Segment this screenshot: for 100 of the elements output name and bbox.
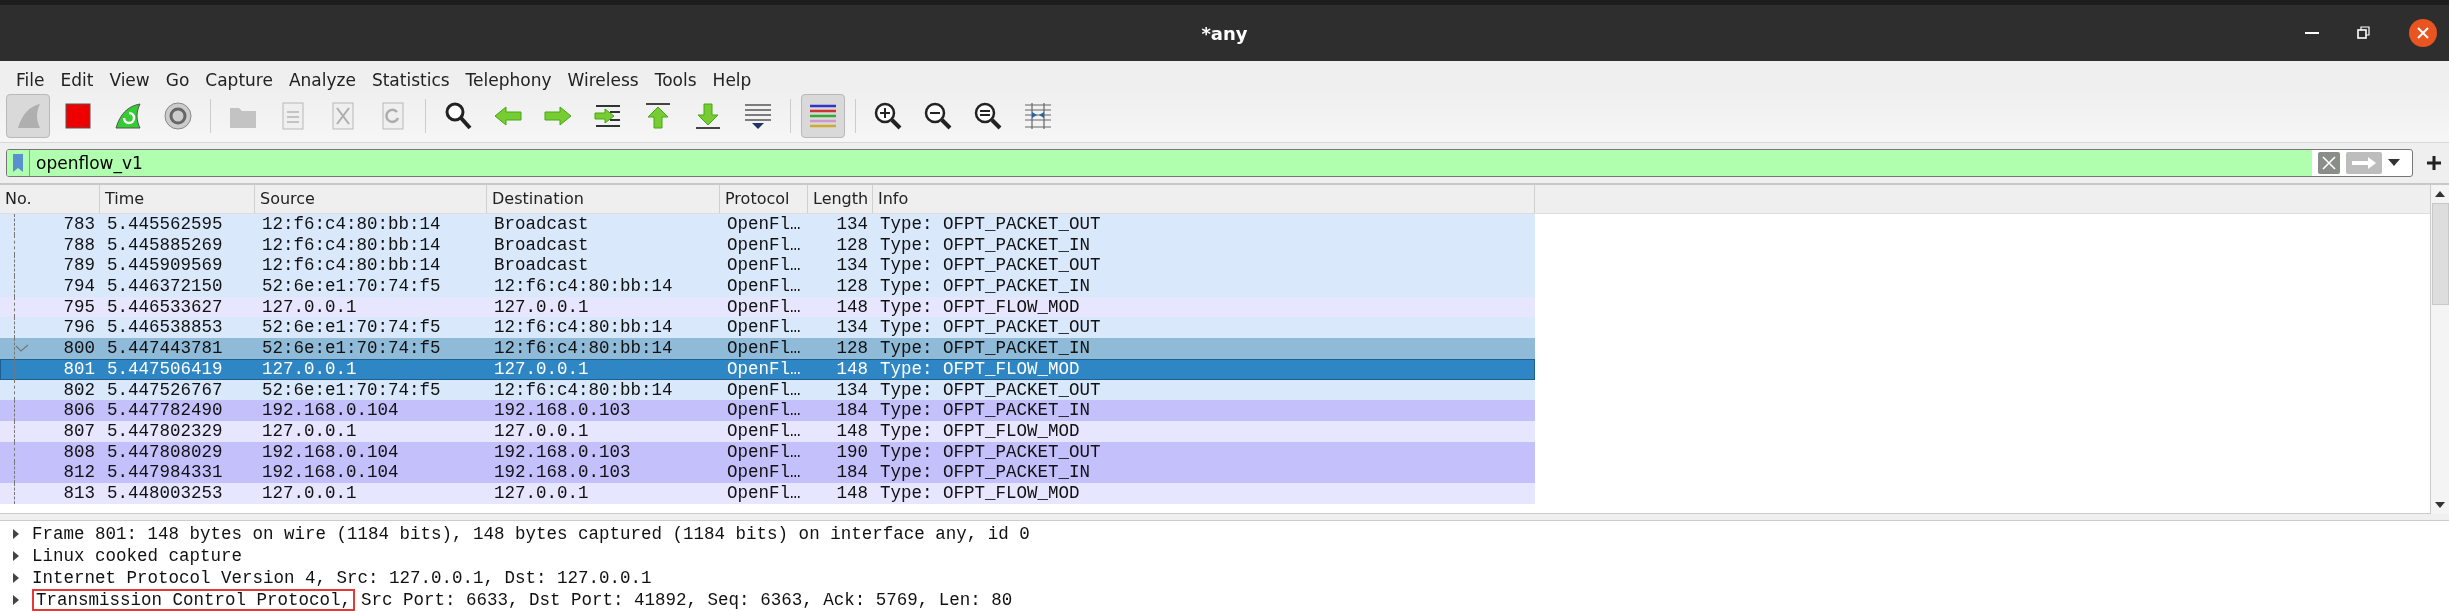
column-header[interactable]: Destination [487, 185, 720, 213]
column-header[interactable]: Info [873, 185, 1535, 213]
table-cell-text: 148 [835, 420, 869, 442]
scroll-up-icon[interactable] [2435, 191, 2445, 197]
table-cell-text: 783 [62, 214, 96, 235]
packet-row[interactable]: 807 5.447802329 127.0.0.1 127.0.0.1 OpenFl… 148 Type: OFPT_FLOW_MOD [0, 420, 1535, 442]
table-cell-text: 795 [62, 296, 96, 318]
table-cell-text: 184 [835, 400, 869, 421]
tree-item[interactable]: Src Port: 6633, Dst Port: 41892, Seq: 6363, Ack: 5769, Len: 80 [361, 590, 1013, 610]
tree-item[interactable]: Internet Protocol Version 4, Src: 127.0.0.1, Dst: 127.0.0.1 [32, 568, 652, 588]
expand-arrow-icon[interactable] [12, 529, 20, 539]
table-cell-text: 5.445909569 [106, 255, 224, 277]
table-cell-text: OpenFl… [726, 276, 802, 297]
table-cell-text: 192.168.0.104 [261, 462, 400, 483]
table-cell-text: 127.0.0.1 [261, 482, 358, 504]
table-cell-text: 52:6e:e1:70:74:f5 [261, 317, 442, 339]
table-cell-text: Type: OFPT_PACKET_OUT [879, 255, 1102, 277]
table-cell-text: 127.0.0.1 [493, 420, 590, 442]
table-cell-text: Type: OFPT_FLOW_MOD [879, 358, 1081, 380]
zoom-out-icon [922, 100, 954, 132]
display-filter-field[interactable]: openflow_v1 [6, 149, 2413, 177]
dropdown-caret-icon[interactable] [2388, 159, 2400, 167]
packet-row[interactable]: 802 5.447526767 52:6e:e1:70:74:f5 12:f6:c4:80:bb:14 OpenFl… 134 Type: OFPT_PACKET_OUT [0, 379, 1535, 401]
table-cell-text: OpenFl… [726, 214, 802, 235]
expand-arrow-icon[interactable] [12, 573, 20, 583]
packet-row[interactable]: 783 5.445562595 12:f6:c4:80:bb:14 Broadcast OpenFl… 134 Type: OFPT_PACKET_OUT [0, 214, 1535, 235]
table-cell-text: 148 [835, 482, 869, 504]
table-cell-text: 796 [62, 317, 96, 339]
table-cell-text: 5.447802329 [106, 420, 224, 442]
table-cell-text: OpenFl… [726, 441, 802, 463]
scrollbar[interactable] [2430, 185, 2449, 514]
table-cell-text: 12:f6:c4:80:bb:14 [261, 234, 442, 256]
packet-row[interactable]: 800 5.447443781 52:6e:e1:70:74:f5 12:f6:c4:80:bb:14 OpenFl… 128 Type: OFPT_PACKET_IN [0, 338, 1535, 359]
column-header[interactable]: Length [808, 185, 873, 213]
table-cell-text: 5.446538853 [106, 317, 224, 339]
packet-row[interactable]: 796 5.446538853 52:6e:e1:70:74:f5 12:f6:c4:80:bb:14 OpenFl… 134 Type: OFPT_PACKET_OUT [0, 317, 1535, 339]
table-cell-text: OpenFl… [726, 255, 802, 277]
expand-arrow-icon[interactable] [12, 595, 20, 605]
table-cell-text: 134 [835, 214, 869, 235]
column-header[interactable]: Protocol [720, 185, 808, 213]
clear-icon[interactable] [2318, 152, 2340, 174]
tree-item[interactable]: Linux cooked capture [32, 546, 243, 566]
menu-item[interactable]: File [8, 70, 53, 90]
menu-item[interactable]: Wireless [559, 70, 647, 90]
expand-arrow-icon[interactable] [12, 551, 20, 561]
table-cell-text: 789 [62, 255, 96, 277]
table-cell-text: OpenFl… [726, 338, 802, 359]
packet-row[interactable]: 795 5.446533627 127.0.0.1 127.0.0.1 OpenFl… 148 Type: OFPT_FLOW_MOD [0, 296, 1535, 318]
table-cell-text: 802 [62, 379, 96, 401]
menu-item[interactable]: Telephony [457, 70, 560, 90]
menu-item[interactable]: Analyze [280, 70, 364, 90]
table-cell-text: OpenFl… [726, 234, 802, 256]
restore-icon[interactable] [2357, 26, 2371, 40]
packet-row[interactable]: 813 5.448003253 127.0.0.1 127.0.0.1 OpenFl… 148 Type: OFPT_FLOW_MOD [0, 482, 1535, 504]
packet-row[interactable]: 812 5.447984331 192.168.0.104 192.168.0.103 OpenFl… 184 Type: OFPT_PACKET_IN [0, 462, 1535, 483]
table-cell-text: OpenFl… [726, 358, 802, 380]
table-cell-text: 12:f6:c4:80:bb:14 [493, 317, 674, 339]
table-cell-text: 5.447984331 [106, 462, 224, 483]
table-cell-text: 190 [835, 441, 869, 463]
table-cell-text: 12:f6:c4:80:bb:14 [261, 255, 442, 277]
fin-refresh-icon [112, 100, 144, 132]
packet-row[interactable]: 788 5.445885269 12:f6:c4:80:bb:14 Broadcast OpenFl… 128 Type: OFPT_PACKET_IN [0, 234, 1535, 256]
close-icon[interactable] [2409, 19, 2437, 47]
column-header[interactable]: Time [100, 185, 255, 213]
packet-row[interactable]: 789 5.445909569 12:f6:c4:80:bb:14 Broadcast OpenFl… 134 Type: OFPT_PACKET_OUT [0, 255, 1535, 277]
packet-row[interactable]: 794 5.446372150 52:6e:e1:70:74:f5 12:f6:c4:80:bb:14 OpenFl… 128 Type: OFPT_PACKET_IN [0, 276, 1535, 297]
table-cell-text: OpenFl… [726, 400, 802, 421]
highlight-box: Transmission Control Protocol, [32, 589, 356, 611]
table-cell-text: Type: OFPT_PACKET_IN [879, 234, 1092, 256]
table-cell-text: Type: OFPT_PACKET_OUT [879, 379, 1102, 401]
table-cell-text: 192.168.0.103 [493, 441, 632, 463]
menu-item[interactable]: Help [704, 70, 760, 90]
table-cell-text: OpenFl… [726, 462, 802, 483]
scroll-down-icon[interactable] [2435, 502, 2445, 508]
menu-item[interactable]: Edit [52, 70, 102, 90]
zoom-in-icon [872, 100, 904, 132]
table-cell-text: Type: OFPT_PACKET_IN [879, 400, 1092, 421]
table-cell-text: 192.168.0.104 [261, 441, 400, 463]
column-header[interactable]: No. [0, 185, 100, 213]
column-header[interactable]: Source [255, 185, 487, 213]
menu-item[interactable]: View [101, 70, 158, 90]
table-cell-text: 12:f6:c4:80:bb:14 [493, 276, 674, 297]
table-cell-text: OpenFl… [726, 296, 802, 318]
table-cell-text: Type: OFPT_PACKET_OUT [879, 441, 1102, 463]
add-icon[interactable] [2427, 156, 2441, 170]
table-cell-text: 134 [835, 317, 869, 339]
packet-row[interactable]: 806 5.447782490 192.168.0.104 192.168.0.103 OpenFl… 184 Type: OFPT_PACKET_IN [0, 400, 1535, 421]
columns-icon [1022, 100, 1054, 132]
menu-item[interactable]: Capture [197, 70, 281, 90]
menu-item[interactable]: Go [157, 70, 198, 90]
menu-item[interactable]: Statistics [363, 70, 458, 90]
table-cell-text: Type: OFPT_FLOW_MOD [879, 482, 1081, 504]
table-cell-text: 807 [62, 420, 96, 442]
colorize-button[interactable] [801, 94, 845, 138]
minimize-icon[interactable] [2305, 31, 2319, 35]
menu-item[interactable]: Tools [646, 70, 705, 90]
tree-item[interactable]: Frame 801: 148 bytes on wire (1184 bits), 148 bytes captured (1184 bits) on interface any, id 0 [32, 524, 1030, 544]
packet-row[interactable]: 801 5.447506419 127.0.0.1 127.0.0.1 OpenFl… 148 Type: OFPT_FLOW_MOD [0, 358, 1535, 380]
bookmark-icon[interactable] [7, 150, 30, 176]
packet-row[interactable]: 808 5.447808029 192.168.0.104 192.168.0.103 OpenFl… 190 Type: OFPT_PACKET_OUT [0, 441, 1535, 463]
